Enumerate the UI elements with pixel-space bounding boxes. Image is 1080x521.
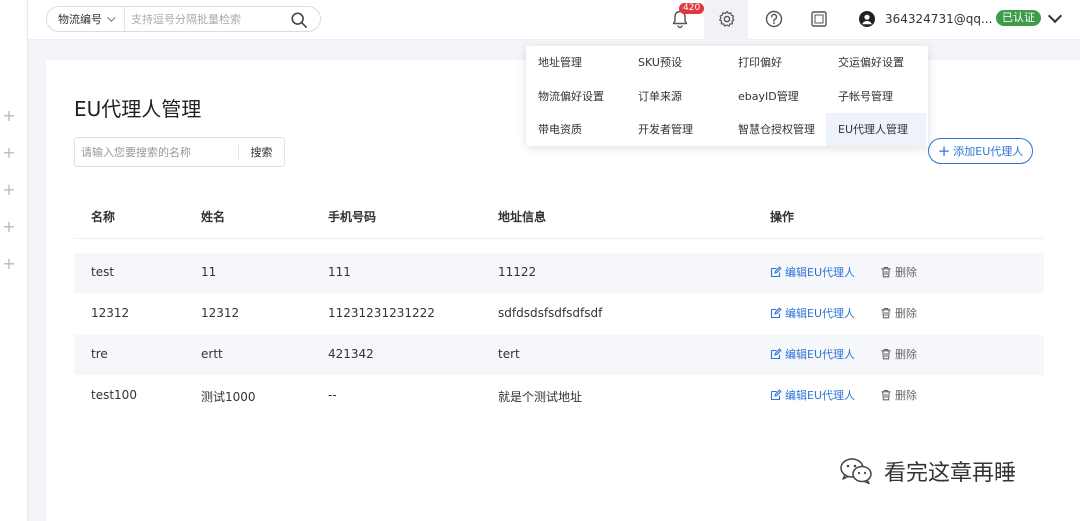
column-header-person: 姓名 <box>201 210 226 224</box>
cell-person: 12312 <box>201 306 240 320</box>
plus-icon: + <box>937 141 951 160</box>
column-header-phone: 手机号码 <box>328 210 377 224</box>
menu-item-smart-warehouse-auth[interactable]: 智慧仓授权管理 <box>726 113 826 146</box>
edit-icon <box>770 266 782 278</box>
edit-icon <box>770 348 782 360</box>
cell-address: 11122 <box>498 265 537 279</box>
settings-button[interactable] <box>704 0 748 40</box>
delete-label: 删除 <box>895 348 917 361</box>
delete-label: 删除 <box>895 307 917 320</box>
cell-address: sdfdsdsfsdfsdfsdf <box>498 306 603 320</box>
edit-eu-agent-label: 编辑EU代理人 <box>785 266 856 279</box>
cell-name: test100 <box>91 388 137 402</box>
edit-eu-agent-label: 编辑EU代理人 <box>785 389 856 402</box>
global-search-input[interactable] <box>125 8 275 30</box>
expand-plus-icon[interactable]: + <box>2 145 16 161</box>
trash-icon <box>881 348 891 360</box>
cell-phone: 111 <box>328 265 351 279</box>
settings-dropdown-menu: 地址管理 SKU预设 打印偏好 交运偏好设置 物流偏好设置 订单来源 ebayI… <box>526 46 928 146</box>
menu-item-logistics-preference[interactable]: 物流偏好设置 <box>526 80 626 113</box>
watermark-text: 看完这章再睡 <box>884 461 1017 486</box>
left-rail: + + + + + <box>0 0 28 521</box>
notification-badge: 420 <box>679 3 705 14</box>
cell-address: tert <box>498 347 520 361</box>
delete-label: 删除 <box>895 389 917 402</box>
menu-item-ebay-id[interactable]: ebayID管理 <box>726 80 826 113</box>
global-search: 物流编号 <box>46 6 321 32</box>
delete-link[interactable]: 删除 <box>880 387 917 403</box>
table-row: test100 测试1000 -- 就是个测试地址 编辑EU代理人 删除 <box>74 376 1044 416</box>
menu-item-battery-qualification[interactable]: 带电资质 <box>526 113 626 146</box>
delete-link[interactable]: 删除 <box>880 305 917 321</box>
menu-item-print-preference[interactable]: 打印偏好 <box>726 46 826 79</box>
name-search-input[interactable] <box>75 139 238 165</box>
username[interactable]: 364324731@qq... <box>885 12 992 26</box>
wechat-logo-icon <box>840 458 872 485</box>
name-search-box: 搜索 <box>74 137 285 167</box>
edit-icon <box>770 307 782 319</box>
page-title: EU代理人管理 <box>74 97 202 121</box>
cell-person: 测试1000 <box>201 390 256 404</box>
verified-badge: 已认证 <box>996 10 1041 26</box>
expand-plus-icon[interactable]: + <box>2 219 16 235</box>
search-type-label: 物流编号 <box>58 13 102 26</box>
search-type-select[interactable]: 物流编号 <box>47 7 125 31</box>
delete-link[interactable]: 删除 <box>880 264 917 280</box>
user-avatar-icon[interactable] <box>859 11 875 27</box>
table-header: 名称 姓名 手机号码 地址信息 操作 <box>74 195 1044 239</box>
cell-name: test <box>91 265 115 279</box>
edit-eu-agent-link[interactable]: 编辑EU代理人 <box>770 305 855 321</box>
edit-eu-agent-link[interactable]: 编辑EU代理人 <box>770 264 855 280</box>
edit-eu-agent-link[interactable]: 编辑EU代理人 <box>770 346 855 362</box>
table-row: tre ertt 421342 tert 编辑EU代理人 删除 <box>74 335 1044 375</box>
delete-label: 删除 <box>895 266 917 279</box>
menu-item-shipping-preference[interactable]: 交运偏好设置 <box>826 46 926 79</box>
cell-phone: 421342 <box>328 347 374 361</box>
cell-person: ertt <box>201 347 223 361</box>
menu-item-sub-accounts[interactable]: 子帐号管理 <box>826 80 926 113</box>
menu-item-developer[interactable]: 开发者管理 <box>626 113 726 146</box>
column-header-name: 名称 <box>91 210 116 224</box>
trash-icon <box>881 307 891 319</box>
expand-plus-icon[interactable]: + <box>2 108 16 124</box>
delete-link[interactable]: 删除 <box>880 346 917 362</box>
menu-item-eu-agent[interactable]: EU代理人管理 <box>826 113 926 146</box>
help-icon[interactable] <box>764 9 784 29</box>
search-button[interactable]: 搜索 <box>239 144 284 160</box>
expand-plus-icon[interactable]: + <box>2 256 16 272</box>
cell-name: 12312 <box>91 306 130 320</box>
menu-item-order-source[interactable]: 订单来源 <box>626 80 726 113</box>
search-icon[interactable] <box>290 11 308 29</box>
cell-name: tre <box>91 347 108 361</box>
chevron-down-icon <box>107 13 116 22</box>
edit-icon <box>770 389 782 401</box>
add-eu-agent-button[interactable]: + 添加EU代理人 <box>928 138 1033 164</box>
cell-phone: -- <box>328 388 337 402</box>
table-row: test 11 111 11122 编辑EU代理人 删除 <box>74 253 1044 293</box>
edit-eu-agent-link[interactable]: 编辑EU代理人 <box>770 387 855 403</box>
language-cn-icon[interactable] <box>809 9 829 29</box>
add-eu-agent-label: 添加EU代理人 <box>953 145 1024 158</box>
edit-eu-agent-label: 编辑EU代理人 <box>785 307 856 320</box>
gear-icon <box>719 10 735 27</box>
trash-icon <box>881 266 891 278</box>
menu-item-address[interactable]: 地址管理 <box>526 46 626 79</box>
table-row: 12312 12312 11231231231222 sdfdsdsfsdfsd… <box>74 294 1044 334</box>
watermark: 看完这章再睡 <box>838 455 1016 487</box>
cell-address: 就是个测试地址 <box>498 390 583 404</box>
menu-item-sku-preset[interactable]: SKU预设 <box>626 46 726 79</box>
cell-phone: 11231231231222 <box>328 306 435 320</box>
cell-person: 11 <box>201 265 217 279</box>
column-header-actions: 操作 <box>770 210 795 224</box>
trash-icon <box>881 389 891 401</box>
chevron-down-icon[interactable] <box>1047 8 1063 24</box>
top-bar: 物流编号 420 364324731@qq... 已认证 <box>28 0 1080 40</box>
expand-plus-icon[interactable]: + <box>2 182 16 198</box>
edit-eu-agent-label: 编辑EU代理人 <box>785 348 856 361</box>
column-header-address: 地址信息 <box>498 210 547 224</box>
